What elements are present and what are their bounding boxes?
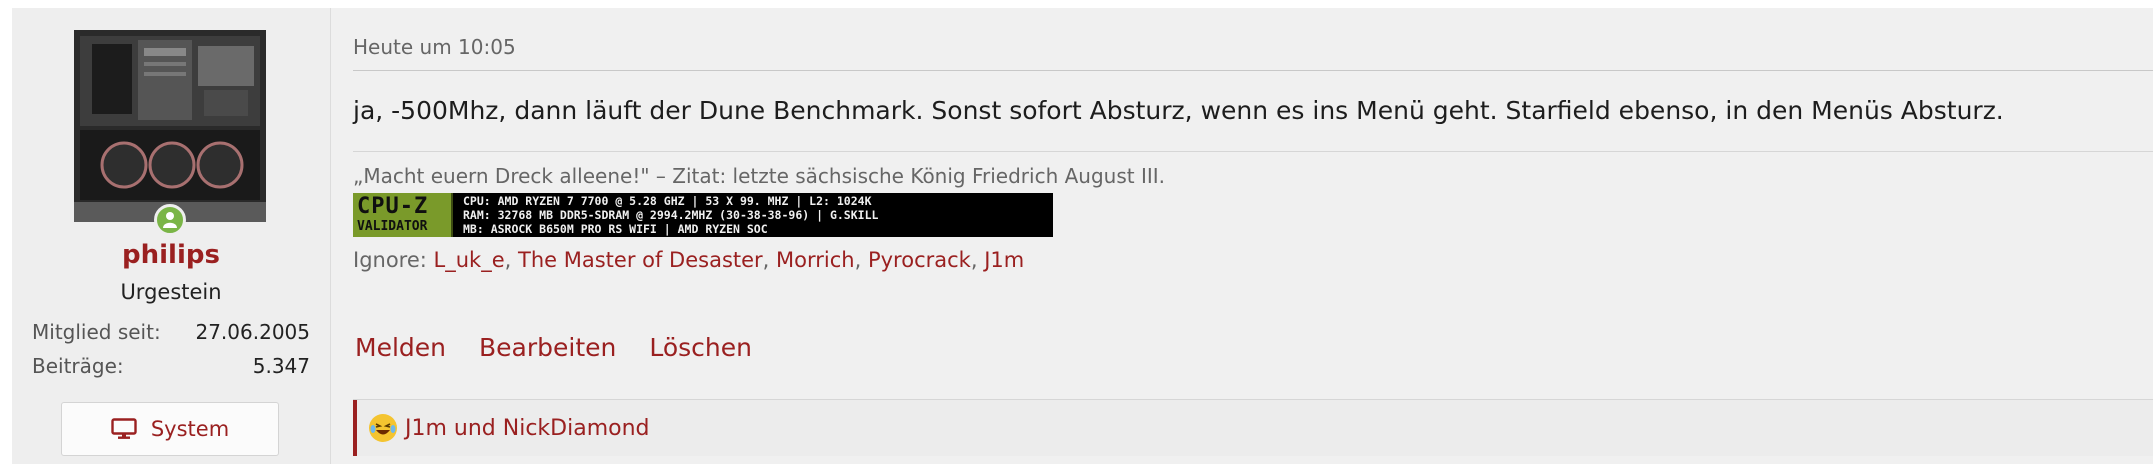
ignore-user-link[interactable]: Pyrocrack: [868, 248, 971, 272]
stat-value: 27.06.2005: [195, 320, 310, 344]
edit-link[interactable]: Bearbeiten: [479, 333, 616, 362]
monitor-icon: [111, 418, 137, 439]
username-link[interactable]: philips: [12, 240, 330, 270]
cpuz-ram-line: RAM: 32768 MB DDR5-SDRAM @ 2994.2MHZ (30…: [463, 208, 879, 222]
cpuz-cpu-line: CPU: AMD RYZEN 7 7700 @ 5.28 GHZ | 53 X …: [463, 194, 872, 208]
ignore-user-link[interactable]: J1m: [984, 248, 1024, 272]
post-content: Heute um 10:05 ja, -500Mhz, dann läuft d…: [353, 8, 2153, 464]
stat-value[interactable]: 5.347: [253, 354, 310, 378]
user-online-icon: [154, 204, 186, 236]
signature-divider: [353, 151, 2153, 152]
stat-label: Mitglied seit:: [32, 320, 161, 344]
reactions-bar[interactable]: J1m und NickDiamond: [353, 400, 2153, 456]
user-title: Urgestein: [120, 280, 222, 304]
stat-label: Beiträge:: [32, 354, 124, 378]
user-info-panel: philips Urgestein Mitglied seit: 27.06.2…: [12, 8, 331, 464]
avatar[interactable]: [74, 30, 266, 222]
post-timestamp[interactable]: Heute um 10:05: [353, 35, 516, 59]
system-button[interactable]: System: [61, 402, 279, 456]
cpuz-mb-line: MB: ASROCK B650M PRO RS WIFI | AMD RYZEN…: [463, 222, 768, 236]
avatar-image: [74, 30, 266, 222]
ignore-list: Ignore: L_uk_e, The Master of Desaster, …: [353, 248, 1025, 272]
ignore-user-link[interactable]: The Master of Desaster: [518, 248, 763, 272]
cpuz-logo: CPU-Z VALIDATOR: [353, 193, 453, 237]
report-link[interactable]: Melden: [355, 333, 446, 362]
stat-posts: Beiträge: 5.347: [32, 354, 310, 378]
reactions-users[interactable]: J1m und NickDiamond: [405, 416, 650, 441]
delete-link[interactable]: Löschen: [649, 333, 752, 362]
signature-quote: „Macht euern Dreck alleene!" – Zitat: le…: [353, 164, 1166, 188]
ignore-user-link[interactable]: Morrich: [776, 248, 855, 272]
post-actions: Melden Bearbeiten Löschen: [355, 333, 752, 362]
post-container: philips Urgestein Mitglied seit: 27.06.2…: [12, 8, 2153, 464]
laughing-emoji-icon: [369, 414, 397, 442]
system-button-label: System: [150, 417, 230, 441]
cpuz-validator-banner[interactable]: CPU-Z VALIDATOR CPU: AMD RYZEN 7 7700 @ …: [353, 193, 1053, 237]
cpuz-specs: CPU: AMD RYZEN 7 7700 @ 5.28 GHZ | 53 X …: [453, 193, 878, 237]
ignore-user-link[interactable]: L_uk_e: [434, 248, 505, 272]
ignore-label: Ignore:: [353, 248, 427, 272]
divider: [353, 70, 2153, 71]
stat-member-since: Mitglied seit: 27.06.2005: [32, 320, 310, 344]
post-message: ja, -500Mhz, dann läuft der Dune Benchma…: [353, 96, 2004, 125]
